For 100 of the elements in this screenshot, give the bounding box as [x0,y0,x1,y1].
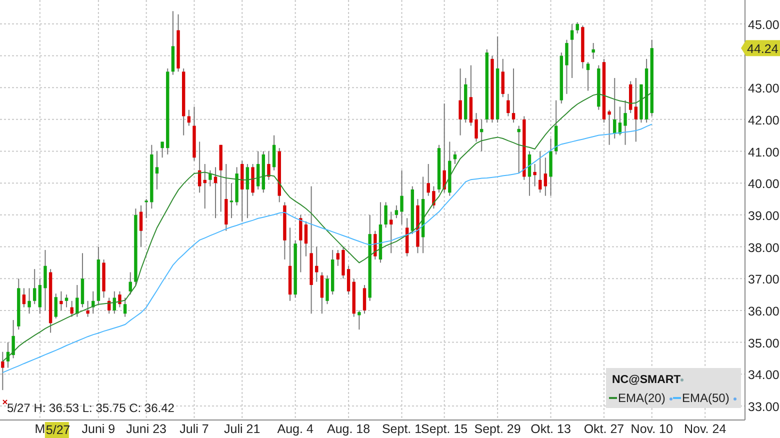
candlestick [187,109,190,126]
candlestick [613,78,616,140]
candlestick [283,202,286,260]
axis-label: 45.00 [748,18,780,32]
candlestick [576,22,579,34]
candlestick [352,278,356,318]
axis-label: Okt. 13 [530,422,571,436]
candlestick [22,288,26,308]
candlestick [12,320,15,359]
dot-icon [734,398,736,400]
candlestick [80,252,84,308]
candlestick [458,68,462,136]
last-price-badge: 44.24 [741,40,780,56]
axis-label: 42.00 [748,113,780,128]
axis-label: 39.00 [748,208,780,223]
candlestick [208,170,212,187]
candlestick [54,293,58,319]
axis-label: 40.00 [748,177,780,192]
axis-label: 43.00 [748,82,780,96]
candlestick [70,300,74,318]
candlestick [256,150,260,190]
candlestick [176,14,180,72]
candlestick [586,62,590,92]
candlestick [432,186,436,210]
candlestick [60,290,63,311]
candlestick [469,64,473,126]
axis-label: Juni 23 [126,422,166,436]
candlestick [331,249,334,296]
candlestick [155,150,159,190]
candlestick [278,148,281,203]
candlestick [96,246,100,305]
axis-label: 37.00 [748,272,780,287]
candlestick [203,164,206,210]
candlestick [394,204,398,219]
axis-label: Nov. 24 [684,422,726,436]
candlestick [198,141,202,194]
candlestick [533,164,536,187]
axis-label: Sept. 1 [382,422,422,436]
axis-label: Okt. 27 [584,422,624,436]
candlestick [448,141,452,196]
candlestick [182,68,186,136]
candlestick [144,198,148,219]
candlestick [320,272,324,314]
candlestick [240,160,244,222]
candlestick [299,214,302,273]
candlestick [528,150,532,196]
candlestick [214,166,218,219]
candlestick [549,138,552,196]
axis-label: 34.00 [748,368,780,382]
candlestick [410,186,414,235]
candlestick [597,64,600,110]
axis-label: 38.00 [748,240,780,255]
candlestick [267,150,270,180]
axis-label: 33.00 [748,400,780,414]
candlestick [150,144,154,210]
dot-icon [670,398,672,400]
candlestick [501,58,504,98]
axis-label: Aug. 4 [277,422,314,436]
candlestick [342,246,345,280]
candlestick [624,100,627,146]
candlestick [378,202,382,264]
dot-icon [680,378,684,382]
candlestick [102,259,106,298]
candlestick [118,290,122,308]
candlestick [336,249,340,266]
cross-mark-icon [2,400,8,404]
candlestick [33,268,36,305]
candlestick [490,55,494,124]
candlestick [602,58,606,124]
candlestick [272,134,276,171]
candlestick [192,106,196,162]
candlestick [565,39,568,94]
candlestick [522,116,526,180]
candlestick [112,290,116,314]
candlestick [416,198,420,254]
legend-label: EMA(20) [618,391,666,405]
candlestick [517,125,520,174]
candlestick [538,150,542,194]
candlestick [92,290,95,314]
candlestick [358,310,361,330]
candlestick [592,42,595,60]
axis-label: Juli 21 [224,422,260,436]
price-readout: 5/27 H: 36.53 L: 35.75 C: 36.42 [7,401,174,415]
candlestick [262,150,265,194]
axis-label: 41.00 [748,145,780,160]
candlestick [400,170,404,225]
candlestick [384,202,388,228]
candlestick [128,272,132,296]
candlestick [506,93,510,117]
candlestick [634,78,638,142]
candlestick [48,268,52,334]
candlestick [618,106,622,136]
axis-label: Juni 9 [82,422,116,436]
candlestick [44,249,47,311]
candlestick [6,342,10,368]
candlestick [28,288,31,314]
axis-label: Juli 7 [180,422,209,436]
candlestick [544,157,548,196]
candlestick [554,100,558,155]
candlestick [17,278,20,330]
